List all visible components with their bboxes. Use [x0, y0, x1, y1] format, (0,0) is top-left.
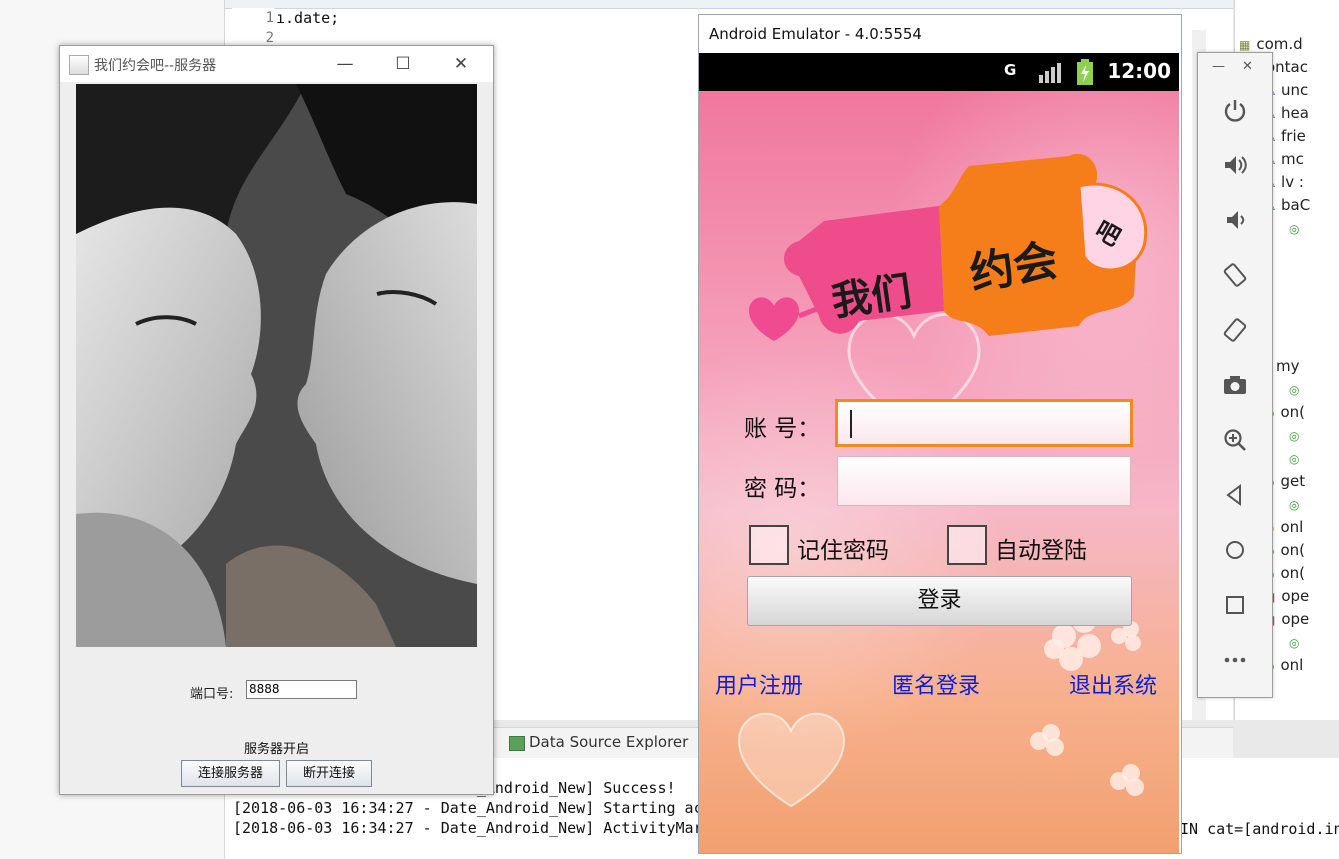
auto-login-label[interactable]: 自动登陆: [995, 531, 1087, 565]
couple-photo: [76, 84, 477, 647]
account-input[interactable]: [835, 399, 1133, 447]
photo-artwork: [76, 84, 477, 647]
outline-item-label: onl: [1280, 656, 1304, 674]
app-logo: 我们 约会 吧: [739, 146, 1159, 386]
emulator-titlebar[interactable]: Android Emulator - 4.0:5554: [699, 15, 1181, 53]
emulator-title: Android Emulator - 4.0:5554: [709, 25, 922, 43]
port-input[interactable]: 8888: [246, 680, 357, 699]
android-status-bar: G 12:00: [699, 53, 1179, 91]
server-status-text: 服务器开启: [243, 742, 309, 757]
emulator-toolbar: — ✕: [1197, 52, 1273, 698]
server-window-titlebar[interactable]: 我们约会吧--服务器 — ☐ ✕: [60, 46, 493, 82]
outline-item-icon: ◎: [1289, 498, 1300, 512]
password-input[interactable]: [837, 456, 1131, 506]
maximize-button[interactable]: ☐: [388, 50, 418, 78]
overview-icon[interactable]: [1198, 588, 1272, 622]
close-button[interactable]: ✕: [446, 50, 476, 78]
outline-item-label: lv :: [1281, 173, 1304, 191]
anonymous-login-link[interactable]: 匿名登录: [892, 668, 980, 700]
outline-item[interactable]: ◎: [1289, 447, 1305, 469]
outline-item-label: com.d: [1256, 35, 1303, 53]
outline-item-icon: ◎: [1289, 383, 1300, 397]
volume-up-icon[interactable]: [1198, 148, 1272, 182]
code-token: ı.date;: [276, 9, 340, 27]
outline-item-icon: ◎: [1289, 452, 1300, 466]
rotate-left-icon[interactable]: [1198, 258, 1272, 292]
back-icon[interactable]: [1198, 478, 1272, 512]
network-type-icon: G: [1004, 61, 1017, 79]
battery-icon: [1077, 59, 1093, 85]
toolbar-close-button[interactable]: ✕: [1242, 59, 1253, 74]
outline-item[interactable]: ◎: [1289, 424, 1305, 446]
auto-login-checkbox[interactable]: [947, 525, 987, 565]
console-tail-text: IN cat=[android.in: [1180, 820, 1339, 838]
outline-item[interactable]: ◎: [1289, 493, 1305, 515]
outline-item-label: my: [1276, 357, 1300, 375]
outline-item[interactable]: ▵mc: [1269, 148, 1304, 170]
camera-icon[interactable]: [1198, 368, 1272, 402]
code-line: ı.date;: [276, 8, 716, 28]
connect-server-button[interactable]: 连接服务器: [181, 760, 280, 787]
minimize-button[interactable]: —: [330, 50, 360, 78]
outline-item-label: get: [1280, 472, 1306, 490]
login-button[interactable]: 登录: [747, 576, 1132, 626]
outline-item[interactable]: ◎: [1289, 631, 1305, 653]
outline-item-label: hea: [1281, 104, 1309, 122]
server-window: 我们约会吧--服务器 — ☐ ✕ 端口号: 8888 服务器开启 连接服务器 断…: [59, 45, 494, 795]
exit-system-link[interactable]: 退出系统: [1069, 668, 1157, 700]
signal-icon: [1039, 63, 1061, 83]
outline-item-label: baC: [1281, 196, 1311, 214]
puzzle-logo-art: [749, 153, 1148, 341]
outline-item-label: mc: [1281, 150, 1304, 168]
toolbar-minimize-button[interactable]: —: [1212, 59, 1225, 74]
volume-down-icon[interactable]: [1198, 203, 1272, 237]
logo-text-we: 我们: [828, 268, 915, 326]
zoom-icon[interactable]: [1198, 423, 1272, 457]
outline-item-icon: ▦: [1239, 38, 1251, 52]
power-icon[interactable]: [1198, 93, 1272, 127]
outline-item[interactable]: ◎: [1289, 378, 1305, 400]
android-emulator-window: Android Emulator - 4.0:5554 G 12:00 我们 约…: [698, 14, 1182, 854]
outline-item[interactable]: ▵hea: [1269, 102, 1309, 124]
remember-password-checkbox[interactable]: [749, 525, 789, 565]
outline-item[interactable]: ◎: [1289, 217, 1305, 239]
rotate-right-icon[interactable]: [1198, 313, 1272, 347]
home-icon[interactable]: [1198, 533, 1272, 567]
outline-item-label: on(: [1280, 403, 1306, 421]
outline-item-label: ope: [1281, 610, 1310, 628]
outline-item-label: ope: [1281, 587, 1310, 605]
outline-item[interactable]: ▵frie: [1269, 125, 1306, 147]
port-label: 端口号:: [190, 687, 234, 702]
server-window-title: 我们约会吧--服务器: [94, 58, 217, 74]
disconnect-button[interactable]: 断开连接: [286, 760, 372, 787]
remember-password-label[interactable]: 记住密码: [797, 531, 889, 565]
text-cursor: [850, 410, 852, 438]
account-label: 账 号：: [744, 416, 821, 442]
data-source-icon: [509, 736, 525, 751]
outline-item-label: on(: [1280, 541, 1306, 559]
register-link[interactable]: 用户注册: [715, 668, 803, 700]
java-app-icon: [69, 55, 89, 75]
status-clock: 12:00: [1107, 59, 1171, 83]
outline-item-label: on(: [1280, 564, 1306, 582]
outline-item[interactable]: ▵lv :: [1269, 171, 1304, 193]
outline-item-label: frie: [1281, 127, 1306, 145]
more-icon[interactable]: [1198, 643, 1272, 677]
outline-item-icon: ◎: [1289, 429, 1300, 443]
outline-item[interactable]: ▵unc: [1269, 79, 1308, 101]
login-screen: 我们 约会 吧 账 号： 密 码： 记住密码 自动登陆 登录 用户注册 匿名登录…: [699, 91, 1179, 853]
outline-item-label: unc: [1281, 81, 1309, 99]
outline-item-label: onl: [1280, 518, 1304, 536]
outline-item[interactable]: ▵baC: [1269, 194, 1310, 216]
tab-data-source-explorer[interactable]: Data Source Explorer: [529, 733, 688, 751]
password-label: 密 码：: [744, 476, 821, 502]
outline-item-icon: ◎: [1289, 222, 1300, 236]
line-number: 1: [265, 10, 274, 26]
outline-item-icon: ◎: [1289, 636, 1300, 650]
